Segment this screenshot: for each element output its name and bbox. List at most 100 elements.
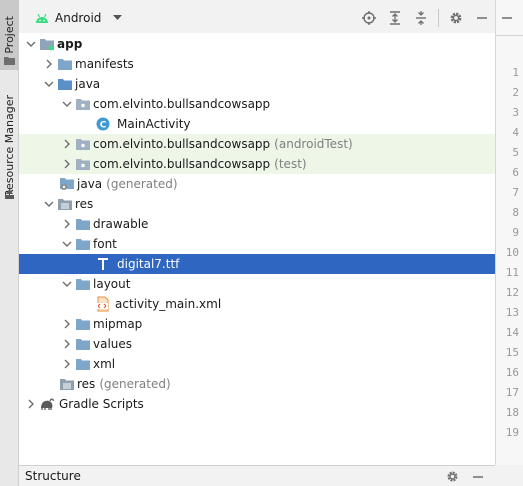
tree-node-activity-main[interactable]: activity_main.xml (19, 294, 495, 314)
settings-button[interactable] (443, 5, 469, 31)
tree-node-label: activity_main.xml (115, 297, 222, 311)
tree-node-label: res (77, 377, 96, 391)
tree-node-package-main[interactable]: com.elvinto.bullsandcowsapp (19, 94, 495, 114)
gear-icon (446, 471, 458, 482)
tree-node-label: mipmap (93, 317, 143, 331)
line-number: 10 (505, 246, 519, 259)
project-view-selector[interactable]: Android (31, 6, 126, 30)
tree-node-values[interactable]: values (19, 334, 495, 354)
tree-node-label: java (75, 77, 101, 91)
folder-icon (4, 57, 15, 65)
tree-node-drawable[interactable]: drawable (19, 214, 495, 234)
resource-manager-icon (5, 189, 14, 199)
tree-node-digital7[interactable]: digital7.ttf (19, 254, 495, 274)
tree-node-label: com.elvinto.bullsandcowsapp (93, 157, 271, 171)
tree-node-label: app (57, 37, 83, 51)
folder-icon (75, 216, 91, 232)
expand-all-icon (390, 11, 400, 25)
collapse-all-icon (416, 11, 426, 25)
chevron-right-icon[interactable] (59, 336, 75, 352)
line-number: 9 (512, 226, 519, 239)
gear-icon (450, 12, 462, 24)
crosshair-icon (362, 11, 376, 25)
tool-window-strip: Project Resource Manager (0, 0, 19, 486)
minimize-icon (502, 16, 512, 19)
tree-node-app[interactable]: app (19, 34, 495, 54)
resource-manager-tab-label: Resource Manager (3, 94, 16, 198)
resource-manager-tool-tab[interactable]: Resource Manager (0, 88, 19, 204)
tree-node-res-generated[interactable]: res (generated) (19, 374, 495, 394)
folder-icon (75, 356, 91, 372)
resource-folder-icon (57, 196, 73, 212)
line-number: 13 (505, 306, 519, 319)
line-number: 5 (512, 146, 519, 159)
hide-panel-button[interactable] (469, 5, 495, 31)
tree-node-font[interactable]: font (19, 234, 495, 254)
generated-source-folder-icon (59, 176, 75, 192)
chevron-right-icon[interactable] (41, 56, 57, 72)
tree-node-java-generated[interactable]: java (generated) (19, 174, 495, 194)
module-folder-icon (39, 36, 55, 52)
tree-node-label: res (75, 197, 94, 211)
tree-node-res[interactable]: res (19, 194, 495, 214)
toolbar-separator (438, 9, 439, 27)
line-number: 8 (512, 206, 519, 219)
tree-node-label: drawable (93, 217, 149, 231)
android-icon (36, 13, 48, 23)
tree-node-label: com.elvinto.bullsandcowsapp (93, 137, 271, 151)
project-tool-tab[interactable]: Project (0, 0, 19, 70)
tree-node-label: font (93, 237, 117, 251)
editor-gutter: 1 2 3 4 5 6 7 8 9 10 11 12 13 14 15 16 17 18 19 (495, 0, 523, 465)
chevron-down-icon[interactable] (59, 276, 75, 292)
tree-node-xml[interactable]: xml (19, 354, 495, 374)
chevron-down-icon[interactable] (23, 36, 39, 52)
structure-panel-header[interactable]: Structure (19, 465, 495, 486)
locate-file-button[interactable] (356, 5, 382, 31)
line-number: 17 (505, 386, 519, 399)
tree-node-label: layout (93, 277, 131, 291)
chevron-right-icon[interactable] (23, 396, 39, 412)
project-tab-label: Project (3, 16, 16, 54)
tree-node-gradle-scripts[interactable]: Gradle Scripts (19, 394, 495, 414)
line-number: 19 (505, 426, 519, 439)
chevron-down-icon[interactable] (59, 236, 75, 252)
line-number: 14 (505, 326, 519, 339)
tree-node-mipmap[interactable]: mipmap (19, 314, 495, 334)
project-tree[interactable]: app manifests java com.elvinto.bullsandc… (19, 33, 495, 465)
line-number: 6 (512, 166, 519, 179)
line-number: 12 (505, 286, 519, 299)
expand-all-button[interactable] (382, 5, 408, 31)
tree-node-package-android-test[interactable]: com.elvinto.bullsandcowsapp (androidTest… (19, 134, 495, 154)
tree-node-main-activity[interactable]: C MainActivity (19, 114, 495, 134)
line-number: 7 (512, 186, 519, 199)
chevron-right-icon[interactable] (59, 316, 75, 332)
chevron-right-icon[interactable] (59, 356, 75, 372)
line-number: 16 (505, 366, 519, 379)
chevron-right-icon[interactable] (59, 216, 75, 232)
structure-settings-button[interactable] (439, 466, 465, 486)
tree-node-label: values (93, 337, 133, 351)
minimize-icon (477, 17, 487, 19)
chevron-right-icon[interactable] (59, 136, 75, 152)
structure-hide-button[interactable] (465, 466, 491, 486)
chevron-down-icon[interactable] (41, 196, 57, 212)
tree-node-layout[interactable]: layout (19, 274, 495, 294)
class-badge-letter: C (100, 121, 107, 131)
collapse-all-button[interactable] (408, 5, 434, 31)
xml-file-icon (95, 296, 111, 312)
folder-icon (75, 276, 91, 292)
tree-node-label: manifests (75, 57, 134, 71)
tree-node-java[interactable]: java (19, 74, 495, 94)
tree-node-package-test[interactable]: com.elvinto.bullsandcowsapp (test) (19, 154, 495, 174)
tree-node-manifests[interactable]: manifests (19, 54, 495, 74)
folder-icon (75, 316, 91, 332)
chevron-right-icon[interactable] (59, 156, 75, 172)
chevron-down-icon[interactable] (59, 96, 75, 112)
package-icon (75, 156, 91, 172)
line-number: 4 (512, 126, 519, 139)
tree-node-label: Gradle Scripts (59, 397, 144, 411)
tree-node-suffix: (androidTest) (274, 137, 353, 151)
chevron-down-icon[interactable] (41, 76, 57, 92)
line-number: 18 (505, 406, 519, 419)
tree-node-suffix: (test) (274, 157, 307, 171)
